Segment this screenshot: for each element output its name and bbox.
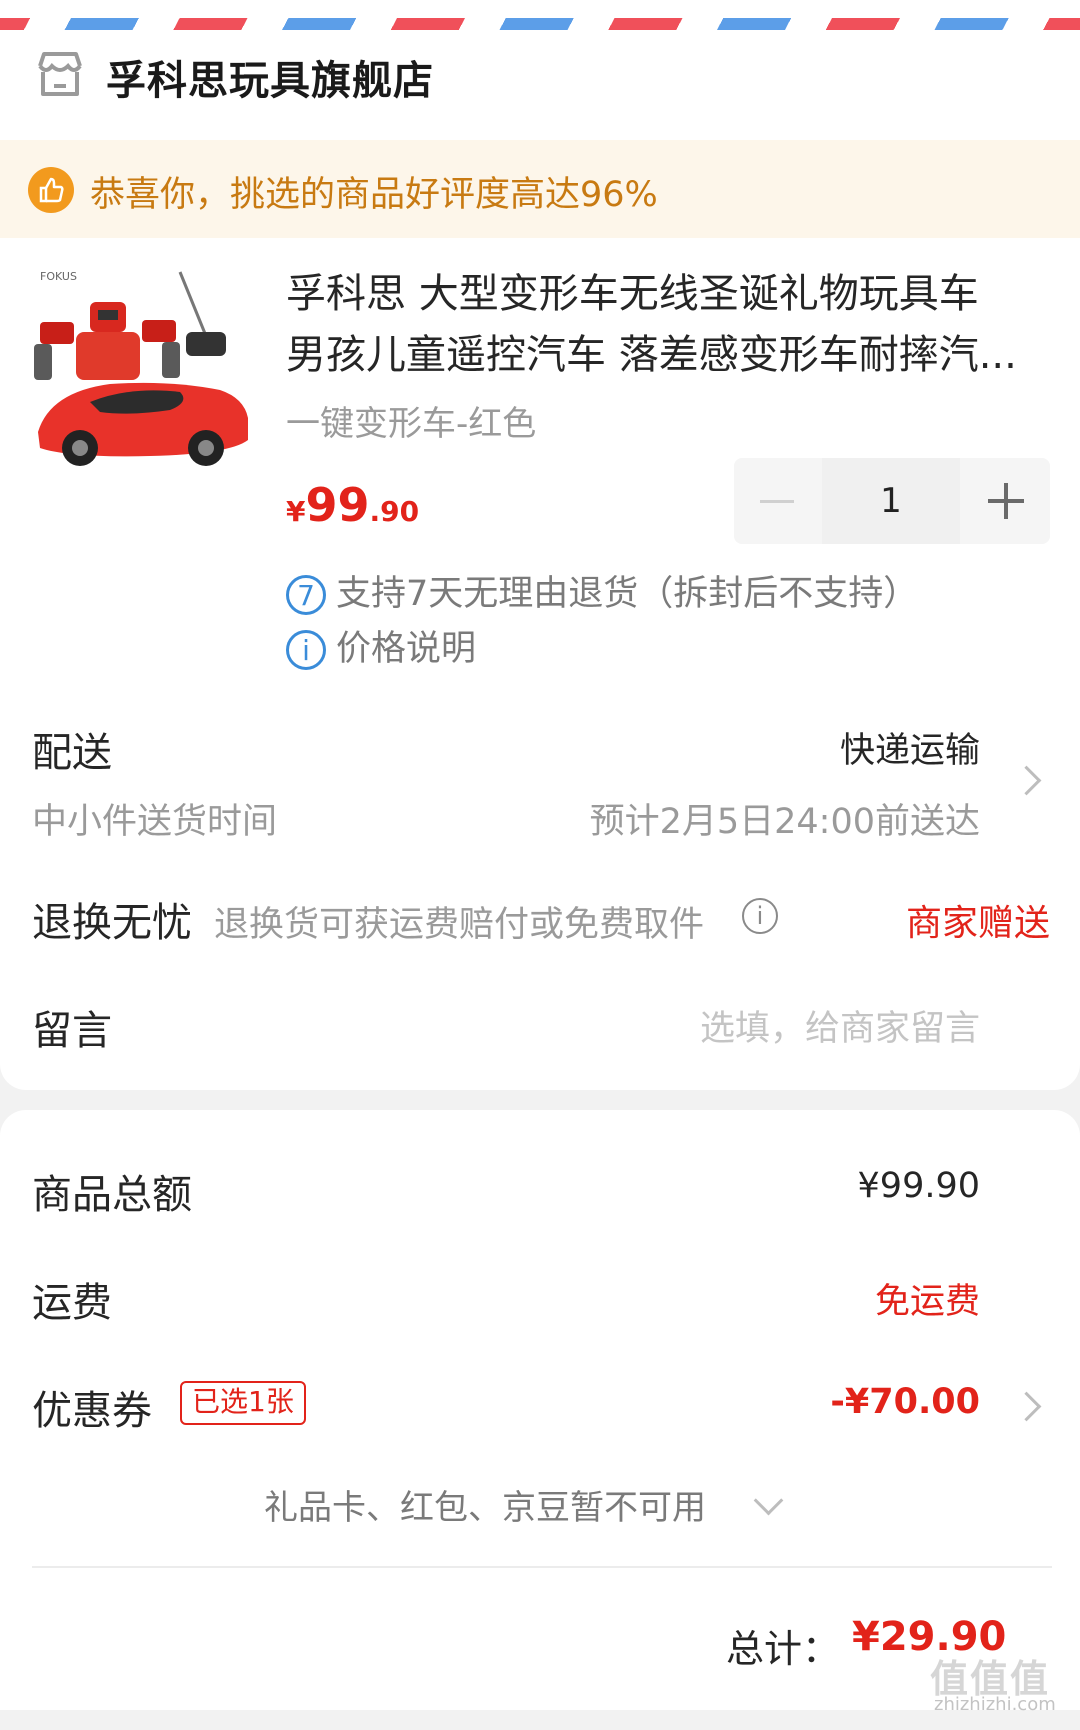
giftcard-text: 礼品卡、红包、京豆暂不可用: [264, 1488, 706, 1528]
product-title-line-1: 孚科思 大型变形车无线圣诞礼物玩具车: [286, 271, 979, 317]
quantity-stepper: 1: [734, 458, 1050, 544]
goods-total-value: ¥99.90: [857, 1166, 980, 1206]
coupon-selected-badge: 已选1张: [180, 1381, 306, 1425]
shop-name: 孚科思玩具旗舰店: [106, 58, 434, 104]
returns-description: 退换货可获运费赔付或免费取件: [214, 905, 705, 945]
shipping-value: 免运费: [874, 1282, 980, 1322]
store-icon: [38, 52, 82, 96]
message-label: 留言: [32, 1008, 112, 1054]
delivery-method: 快递运输: [839, 731, 980, 771]
product-title-line-2: 男孩儿童遥控汽车 落差感变形车耐摔汽...: [286, 332, 1017, 378]
product-image[interactable]: FOKUS: [30, 262, 258, 490]
thumbs-up-icon: [28, 167, 74, 213]
rating-notice-bar: 恭喜你，挑选的商品好评度高达96%: [0, 140, 1080, 238]
coupon-label: 优惠券: [32, 1388, 152, 1434]
delivery-label: 配送: [32, 730, 112, 776]
message-input[interactable]: 选填，给商家留言: [700, 1000, 980, 1051]
info-icon: i: [286, 630, 326, 670]
svg-text:FOKUS: FOKUS: [40, 270, 77, 283]
service-return-policy[interactable]: 7 支持7天无理由退货（拆封后不支持）: [286, 565, 918, 616]
price-decimal: .90: [369, 495, 420, 528]
increase-quantity-button[interactable]: [962, 458, 1050, 544]
decrease-quantity-button[interactable]: [734, 458, 820, 544]
watermark-url: zhizhizhi.com: [934, 1694, 1056, 1715]
seven-day-return-icon: 7: [286, 575, 326, 615]
product-variant[interactable]: 一键变形车-红色: [286, 396, 536, 445]
product-price: ¥99.90: [286, 478, 419, 532]
shop-header[interactable]: 孚科思玩具旗舰店: [0, 30, 1080, 140]
goods-total-label: 商品总额: [32, 1172, 192, 1218]
shipping-label: 运费: [32, 1280, 112, 1326]
total-label: 总计：: [726, 1627, 841, 1671]
divider: [32, 1566, 1052, 1568]
price-integer: 99: [305, 478, 370, 532]
returns-label: 退换无忧: [32, 900, 192, 946]
returns-value: 商家赠送: [905, 903, 1050, 944]
rating-notice-text: 恭喜你，挑选的商品好评度高达96%: [90, 175, 658, 215]
quantity-input[interactable]: 1: [822, 458, 960, 544]
delivery-time-label: 中小件送货时间: [32, 802, 278, 842]
delivery-eta: 预计2月5日24:00前送达: [589, 802, 980, 842]
coupon-value: -¥70.00: [830, 1382, 980, 1422]
service-price-explanation[interactable]: i 价格说明: [286, 620, 476, 671]
product-title[interactable]: 孚科思 大型变形车无线圣诞礼物玩具车 男孩儿童遥控汽车 落差感变形车耐摔汽...: [286, 264, 1046, 386]
price-currency: ¥: [286, 495, 306, 528]
service-return-text: 支持7天无理由退货（拆封后不支持）: [336, 574, 919, 614]
info-icon[interactable]: i: [742, 898, 778, 934]
service-price-text: 价格说明: [336, 629, 477, 669]
